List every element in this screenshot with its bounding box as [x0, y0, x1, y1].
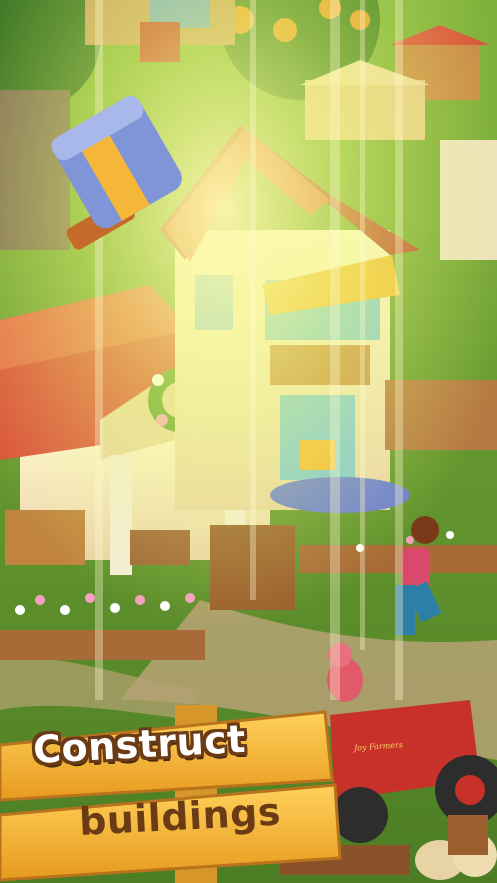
magic-glow [0, 0, 497, 700]
